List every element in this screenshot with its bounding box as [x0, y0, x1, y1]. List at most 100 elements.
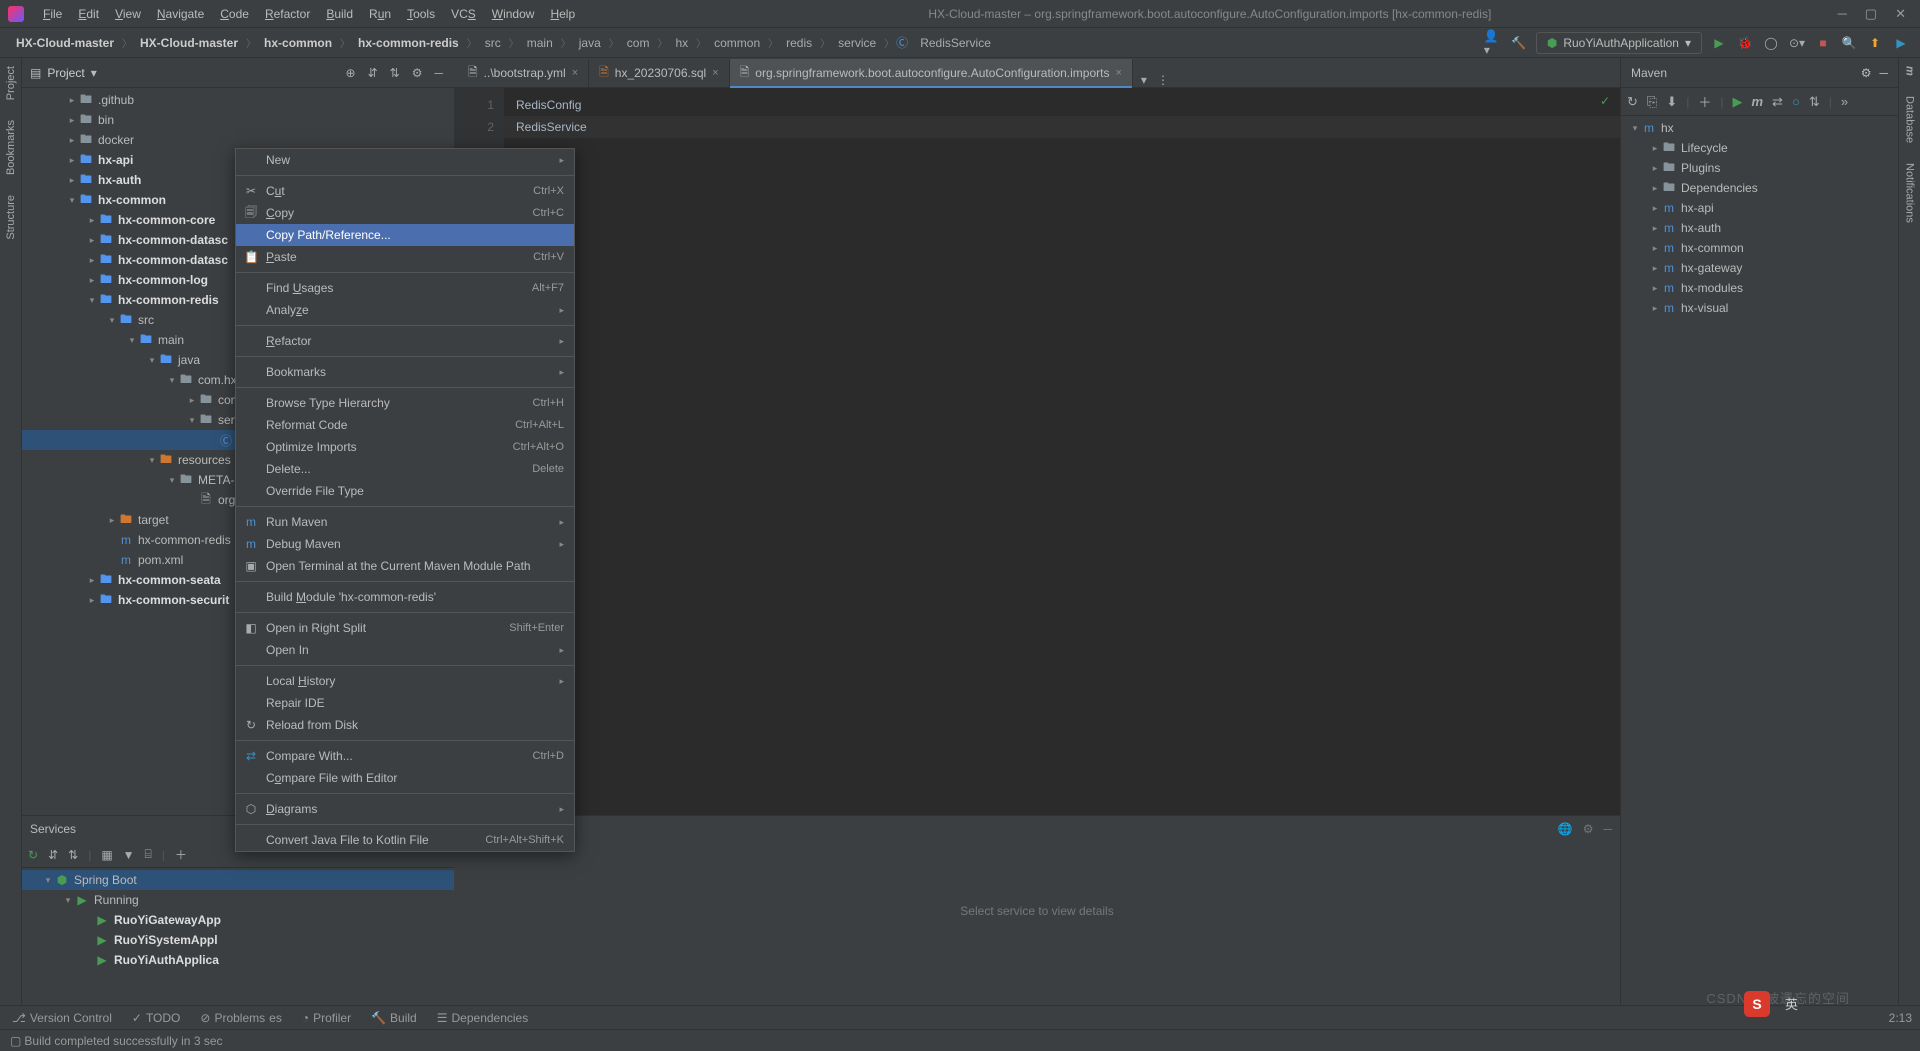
search-icon[interactable]: 🔍 [1840, 34, 1858, 52]
editor[interactable]: 12 RedisConfig RedisService ✓ [454, 88, 1620, 815]
ctx-cut[interactable]: ✂CutCtrl+X [236, 180, 574, 202]
mv-node[interactable]: ▸mhx-visual [1621, 298, 1898, 318]
ctx-reformat[interactable]: Reformat CodeCtrl+Alt+L [236, 414, 574, 436]
ide-update-icon[interactable]: ⬆ [1866, 34, 1884, 52]
layout-icon[interactable]: ⌸ [145, 847, 152, 862]
mv-node[interactable]: ▸mhx-common [1621, 238, 1898, 258]
mv-node[interactable]: ▸mhx-modules [1621, 278, 1898, 298]
user-icon[interactable]: 👤▾ [1484, 34, 1502, 52]
tab-close-icon[interactable]: × [1115, 67, 1121, 79]
ctx-copy[interactable]: 🗐CopyCtrl+C [236, 202, 574, 224]
build-icon[interactable]: 🔨 [1510, 34, 1528, 52]
crumb[interactable]: main [521, 34, 559, 52]
reload-icon[interactable]: ↻ [1627, 94, 1638, 110]
ctx-copy-path[interactable]: Copy Path/Reference... [236, 224, 574, 246]
collapse-icon[interactable]: ⇅ [1809, 94, 1820, 110]
ctx-open-in[interactable]: Open In▸ [236, 639, 574, 661]
crumb[interactable]: hx-common-redis [352, 34, 465, 52]
ctx-delete[interactable]: Delete...Delete [236, 458, 574, 480]
offline-icon[interactable]: ○ [1792, 94, 1800, 109]
svc-spring-boot[interactable]: ▾⬢Spring Boot [22, 870, 454, 890]
ctx-diagrams[interactable]: ⬡Diagrams▸ [236, 798, 574, 820]
debug-icon[interactable]: 🐞 [1736, 34, 1754, 52]
tool-maven[interactable]: m [1904, 66, 1916, 76]
tool-notifications[interactable]: Notifications [1904, 163, 1916, 223]
ctx-compare-with[interactable]: ⇄Compare With...Ctrl+D [236, 745, 574, 767]
ctx-convert-kotlin[interactable]: Convert Java File to Kotlin FileCtrl+Alt… [236, 829, 574, 851]
menu-edit[interactable]: Edit [71, 4, 106, 24]
select-opened-icon[interactable]: ⊕ [343, 64, 359, 82]
mv-node[interactable]: ▸🖿Dependencies [1621, 178, 1898, 198]
close-icon[interactable]: ✕ [1895, 6, 1906, 22]
run-icon[interactable]: ▶ [1710, 34, 1728, 52]
generate-icon[interactable]: ⎘ [1647, 94, 1657, 110]
ctx-run-maven[interactable]: mRun Maven▸ [236, 511, 574, 533]
ctx-optimize-imports[interactable]: Optimize ImportsCtrl+Alt+O [236, 436, 574, 458]
tab-dropdown-icon[interactable]: ▾ [1141, 73, 1147, 87]
tool-structure[interactable]: Structure [5, 195, 17, 240]
earth-icon[interactable]: 🌐 [1558, 822, 1573, 836]
menu-vcs[interactable]: VCS [444, 4, 483, 24]
maximize-icon[interactable]: ▢ [1865, 6, 1877, 22]
tab-todo[interactable]: ✓ TODO [128, 1009, 185, 1027]
filter-icon[interactable]: ▼ [123, 848, 135, 862]
mv-node[interactable]: ▸mhx-gateway [1621, 258, 1898, 278]
svc-running[interactable]: ▾▶Running [22, 890, 454, 910]
m-icon[interactable]: m [1751, 94, 1763, 109]
menu-tools[interactable]: Tools [400, 4, 442, 24]
caret-position[interactable]: 2:13 [1889, 1011, 1912, 1025]
gear-icon[interactable]: ⚙ [1861, 66, 1872, 80]
group-icon[interactable]: ▦ [101, 848, 112, 862]
tab-autoconfig[interactable]: 🗎org.springframework.boot.autoconfigure.… [730, 59, 1133, 87]
more-icon[interactable]: » [1841, 94, 1848, 109]
ime-icon[interactable]: S [1744, 991, 1770, 1017]
chevron-down-icon[interactable]: ▾ [91, 66, 97, 80]
ctx-new[interactable]: New▸ [236, 149, 574, 171]
mv-node[interactable]: ▸mhx-auth [1621, 218, 1898, 238]
crumb[interactable]: common [708, 34, 766, 52]
crumb[interactable]: RedisService [914, 34, 997, 52]
code-area[interactable]: RedisConfig RedisService [504, 88, 1620, 815]
tab-deps[interactable]: ☰ Dependencies [433, 1009, 533, 1027]
menu-build[interactable]: Build [319, 4, 360, 24]
coverage-icon[interactable]: ◯ [1762, 34, 1780, 52]
mv-node[interactable]: ▸🖿Lifecycle [1621, 138, 1898, 158]
tab-vcs[interactable]: ⎇ Version Control [8, 1009, 116, 1027]
tab-bootstrap[interactable]: 🗎..\bootstrap.yml× [458, 59, 589, 87]
tree-node[interactable]: ▸🖿bin [22, 110, 454, 130]
crumb[interactable]: hx-common [258, 34, 338, 52]
tool-project[interactable]: Project [5, 66, 17, 100]
ctx-browse-hierarchy[interactable]: Browse Type HierarchyCtrl+H [236, 392, 574, 414]
rerun-icon[interactable]: ↻ [28, 848, 38, 862]
ctx-open-right-split[interactable]: ◧Open in Right SplitShift+Enter [236, 617, 574, 639]
tab-close-icon[interactable]: × [712, 67, 718, 79]
ctx-build-module[interactable]: Build Module 'hx-common-redis' [236, 586, 574, 608]
run-config-selector[interactable]: ⬢ RuoYiAuthApplication ▾ [1536, 32, 1702, 54]
ctx-compare-editor[interactable]: Compare File with Editor [236, 767, 574, 789]
crumb[interactable]: service [832, 34, 882, 52]
ctx-bookmarks[interactable]: Bookmarks▸ [236, 361, 574, 383]
svc-app[interactable]: ▶RuoYiGatewayApp [22, 910, 454, 930]
ctx-analyze[interactable]: Analyze▸ [236, 299, 574, 321]
ctx-override-filetype[interactable]: Override File Type [236, 480, 574, 502]
ctx-paste[interactable]: 📋PasteCtrl+V [236, 246, 574, 268]
stop-icon[interactable]: ■ [1814, 34, 1832, 52]
menu-navigate[interactable]: Navigate [150, 4, 211, 24]
mv-root[interactable]: ▾mhx [1621, 118, 1898, 138]
tool-bookmarks[interactable]: Bookmarks [5, 120, 17, 175]
ctx-debug-maven[interactable]: mDebug Maven▸ [236, 533, 574, 555]
settings-icon[interactable]: ⚙ [409, 64, 426, 82]
tab-build[interactable]: 🔨 Build [367, 1009, 421, 1027]
crumb[interactable]: HX-Cloud-master [10, 34, 120, 52]
learn-icon[interactable]: ▶ [1892, 34, 1910, 52]
ctx-reload-disk[interactable]: ↻Reload from Disk [236, 714, 574, 736]
profile-icon[interactable]: ⊙▾ [1788, 34, 1806, 52]
ctx-find-usages[interactable]: Find UsagesAlt+F7 [236, 277, 574, 299]
tab-profiler[interactable]: ◔ Profiler [298, 1009, 355, 1027]
tree-node[interactable]: ▸🖿.github [22, 90, 454, 110]
tab-problems[interactable]: ⊘ Problemses [196, 1009, 285, 1027]
crumb[interactable]: HX-Cloud-master [134, 34, 244, 52]
menu-view[interactable]: View [108, 4, 148, 24]
mv-node[interactable]: ▸🖿Plugins [1621, 158, 1898, 178]
crumb[interactable]: src [479, 34, 507, 52]
